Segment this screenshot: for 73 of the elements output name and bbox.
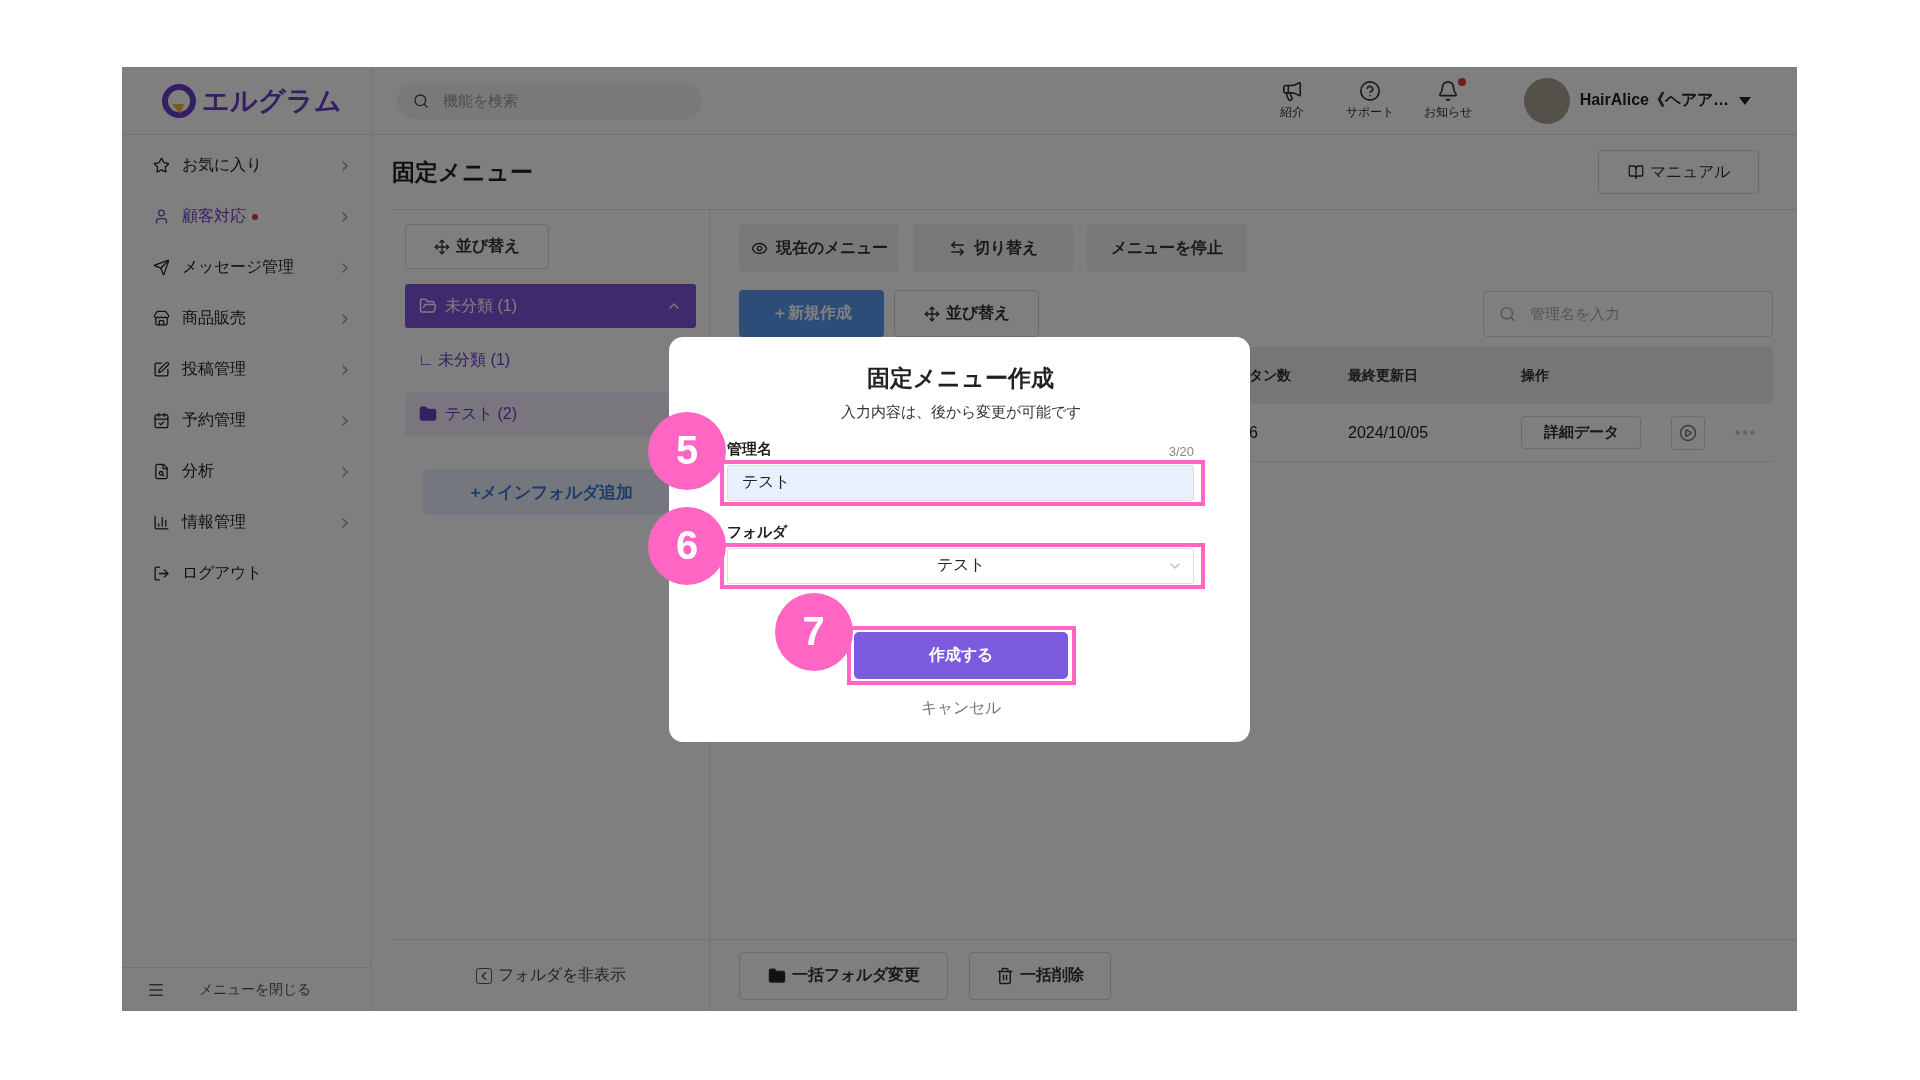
table-cell-text: 2024/10/05 bbox=[1348, 423, 1430, 442]
send-icon bbox=[153, 259, 170, 276]
move-icon bbox=[923, 305, 940, 322]
folder-icon bbox=[767, 966, 786, 985]
book-icon bbox=[1627, 164, 1644, 180]
menu-action-button[interactable]: 切り替え bbox=[913, 224, 1073, 272]
bulk-action-button[interactable]: 一括フォルダ変更 bbox=[739, 951, 948, 1000]
more-button[interactable] bbox=[1735, 430, 1755, 435]
ellipsis-icon bbox=[1735, 430, 1755, 435]
cancel-button[interactable]: キャンセル bbox=[914, 696, 1007, 720]
folder-item[interactable]: 未分類 (1) bbox=[405, 284, 696, 328]
table-cell-text: 6 bbox=[1249, 423, 1259, 442]
sort-button[interactable]: 並び替え bbox=[894, 290, 1039, 337]
logout-icon bbox=[153, 565, 170, 582]
field-label: 管理名 bbox=[727, 439, 772, 459]
chevron-left-icon bbox=[475, 967, 492, 984]
sidebar-item[interactable]: 顧客対応 bbox=[122, 191, 371, 242]
name-input[interactable]: テスト bbox=[727, 464, 1194, 501]
trash-icon bbox=[996, 966, 1014, 985]
play-button[interactable] bbox=[1671, 415, 1705, 450]
sidebar-item[interactable]: 投稿管理 bbox=[122, 344, 371, 395]
sidebar-item[interactable]: 予約管理 bbox=[122, 395, 371, 446]
column-header: 最終更新日 bbox=[1348, 366, 1419, 385]
bar-chart-icon bbox=[153, 514, 170, 531]
sort-button[interactable]: 並び替え bbox=[405, 224, 549, 269]
calendar-icon bbox=[153, 412, 170, 429]
caret-icon[interactable] bbox=[1739, 96, 1751, 105]
header-action[interactable]: サポート bbox=[1341, 80, 1398, 121]
play-icon bbox=[1679, 423, 1697, 442]
step-number-marker: 5 bbox=[648, 411, 726, 490]
dialog-subtitle: 入力内容は、後から変更が可能です bbox=[840, 402, 1081, 422]
column-header: タン数 bbox=[1249, 366, 1292, 385]
sidebar-item[interactable]: 情報管理 bbox=[122, 497, 371, 548]
folder-icon bbox=[419, 297, 437, 315]
close-menu-button[interactable]: メニューを閉じる bbox=[199, 980, 311, 999]
header-action[interactable]: 紹介 bbox=[1263, 80, 1320, 121]
move-icon bbox=[434, 238, 450, 255]
header-action[interactable]: お知らせ bbox=[1419, 80, 1476, 121]
bell-icon bbox=[1436, 80, 1459, 102]
edit-icon bbox=[153, 361, 170, 378]
step-number-marker: 7 bbox=[774, 592, 853, 671]
megaphone-icon bbox=[1280, 80, 1303, 102]
document-search-icon bbox=[153, 463, 170, 480]
help-icon bbox=[1358, 80, 1381, 102]
step-number-marker: 6 bbox=[648, 506, 726, 585]
sidebar-item[interactable]: 分析 bbox=[122, 446, 371, 497]
folder-select[interactable]: テスト bbox=[727, 547, 1194, 584]
menu-action-button[interactable]: 現在のメニュー bbox=[739, 224, 899, 272]
field-label: フォルダ bbox=[727, 522, 787, 542]
logo-text: エルグラム bbox=[202, 84, 342, 118]
manual-button[interactable]: マニュアル bbox=[1598, 150, 1759, 194]
menu-action-button[interactable]: メニューを停止 bbox=[1087, 224, 1247, 272]
sidebar-item[interactable]: メッセージ管理 bbox=[122, 242, 371, 293]
hide-folders-button[interactable]: フォルダを非表示 bbox=[469, 964, 632, 987]
bulk-action-button[interactable]: 一括削除 bbox=[969, 951, 1111, 1000]
sidebar-item[interactable]: お気に入り bbox=[122, 140, 371, 191]
user-name[interactable]: HairAlice《ヘアア… bbox=[1579, 90, 1729, 111]
sidebar-item[interactable]: 商品販売 bbox=[122, 293, 371, 344]
store-icon bbox=[153, 310, 170, 327]
create-button[interactable]: 作成する bbox=[853, 631, 1068, 679]
detail-data-button[interactable]: 詳細データ bbox=[1521, 416, 1641, 449]
search-icon bbox=[413, 92, 429, 109]
character-counter: 3/20 bbox=[1168, 443, 1194, 459]
search-icon bbox=[1499, 305, 1516, 322]
page-title: 固定メニュー bbox=[392, 157, 533, 187]
column-header: 操作 bbox=[1521, 366, 1550, 385]
swap-icon bbox=[948, 239, 966, 257]
logo-icon bbox=[162, 83, 196, 118]
star-icon bbox=[153, 157, 170, 174]
dialog-title: 固定メニュー作成 bbox=[867, 363, 1054, 393]
folder-icon bbox=[419, 405, 437, 423]
user-icon bbox=[153, 208, 170, 225]
sidebar-item[interactable]: ログアウト bbox=[122, 548, 371, 599]
